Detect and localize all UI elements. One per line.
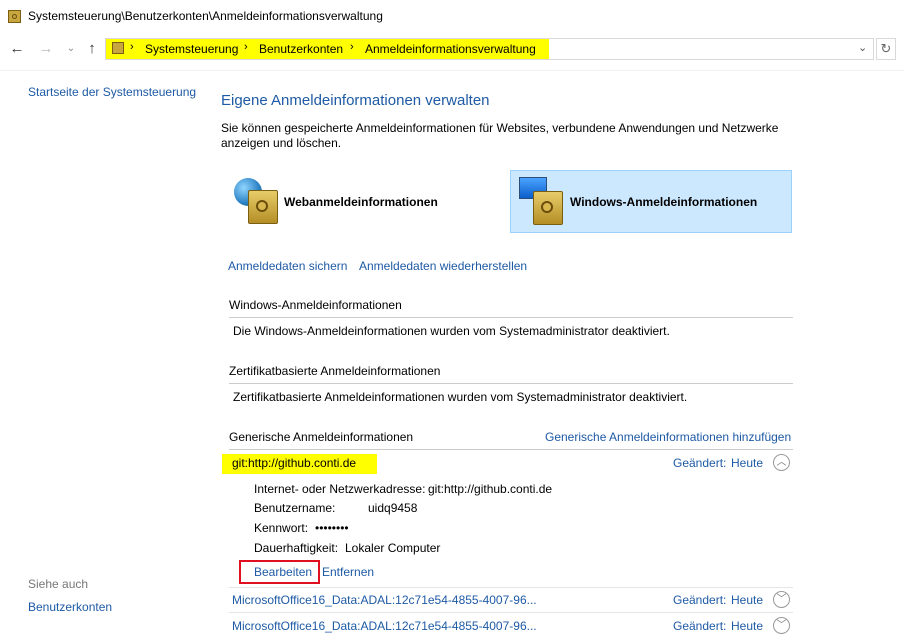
arrow-right-icon: → [38, 40, 54, 57]
breadcrumb-separator[interactable]: › [244, 41, 248, 53]
window-title: Systemsteuerung\Benutzerkonten\Anmeldein… [28, 9, 383, 23]
windows-credentials-section-title: Windows-Anmeldeinformationen [229, 298, 402, 312]
user-accounts-link[interactable]: Benutzerkonten [28, 600, 112, 614]
changed-value: Heute [731, 593, 764, 607]
divider [229, 449, 793, 450]
address-value: git:http://github.conti.de [428, 482, 553, 496]
up-button[interactable]: ↑ [83, 40, 101, 58]
divider [0, 70, 904, 71]
windows-credentials-tile[interactable]: Windows-Anmeldeinformationen [510, 170, 792, 233]
vault-icon [533, 191, 563, 225]
web-credentials-label: Webanmeldeinformationen [284, 195, 438, 209]
forward-button[interactable]: → [37, 40, 55, 58]
page-title: Eigene Anmeldeinformationen verwalten [221, 92, 490, 109]
divider [229, 317, 793, 318]
chevron-up-icon: ︿ [776, 457, 787, 468]
collapse-button[interactable]: ︿ [773, 454, 790, 471]
vault-icon [248, 190, 278, 224]
changed-label: Geändert: [673, 619, 727, 633]
credential-name-office-1[interactable]: MicrosoftOffice16_Data:ADAL:12c71e54-485… [232, 593, 537, 607]
control-panel-icon [8, 10, 21, 23]
changed-label: Geändert: [673, 456, 727, 470]
arrow-up-icon: ↑ [88, 40, 96, 57]
chevron-down-icon: ﹀ [776, 594, 787, 605]
address-label: Internet- oder Netzwerkadresse: [254, 482, 426, 496]
arrow-left-icon: ← [9, 40, 25, 57]
certificate-credentials-disabled-text: Zertifikatbasierte Anmeldeinformationen … [233, 390, 688, 404]
username-value: uidq9458 [368, 501, 418, 515]
username-label: Benutzername: [254, 501, 336, 515]
breadcrumb-benutzerkonten[interactable]: Benutzerkonten [259, 42, 343, 56]
password-label: Kennwort: [254, 521, 309, 535]
changed-value: Heute [731, 456, 764, 470]
expand-button[interactable]: ﹀ [773, 617, 790, 634]
control-panel-home-link[interactable]: Startseite der Systemsteuerung [28, 85, 196, 99]
refresh-button[interactable]: ↻ [876, 38, 896, 60]
certificate-credentials-section-title: Zertifikatbasierte Anmeldeinformationen [229, 364, 441, 378]
add-generic-credential-link[interactable]: Generische Anmeldeinformationen hinzufüg… [545, 430, 791, 444]
breadcrumb-anmeldeinformationsverwaltung[interactable]: Anmeldeinformationsverwaltung [365, 42, 536, 56]
persistence-label: Dauerhaftigkeit: [254, 541, 339, 555]
changed-label: Geändert: [673, 593, 727, 607]
chevron-down-icon: ﹀ [776, 620, 787, 631]
restore-credentials-link[interactable]: Anmeldedaten wiederherstellen [359, 259, 527, 273]
breadcrumb-separator: › [130, 41, 134, 53]
credential-name-github[interactable]: git:http://github.conti.de [232, 456, 356, 470]
divider [229, 612, 793, 613]
refresh-icon: ↻ [880, 41, 892, 56]
breadcrumb-systemsteuerung[interactable]: Systemsteuerung [145, 42, 238, 56]
chevron-down-icon: ⌄ [66, 43, 76, 54]
divider [229, 587, 793, 588]
control-panel-icon [112, 42, 124, 54]
see-also-label: Siehe auch [28, 577, 89, 591]
address-dropdown-icon[interactable]: ⌄ [858, 41, 867, 54]
windows-credentials-label: Windows-Anmeldeinformationen [570, 195, 758, 209]
generic-credentials-section-title: Generische Anmeldeinformationen [229, 430, 414, 444]
remove-credential-link[interactable]: Entfernen [322, 565, 374, 579]
recent-locations-button[interactable]: ⌄ [62, 40, 80, 58]
page-description: Sie können gespeicherte Anmeldeinformati… [221, 121, 779, 150]
persistence-value: Lokaler Computer [345, 541, 441, 555]
credential-name-office-2[interactable]: MicrosoftOffice16_Data:ADAL:12c71e54-485… [232, 619, 537, 633]
back-button[interactable]: ← [8, 40, 26, 58]
edit-credential-link[interactable]: Bearbeiten [254, 565, 312, 579]
expand-button[interactable]: ﹀ [773, 591, 790, 608]
password-value: •••••••• [315, 521, 349, 535]
breadcrumb-separator[interactable]: › [350, 41, 354, 53]
web-credentials-tile[interactable]: Webanmeldeinformationen [230, 170, 500, 233]
divider [229, 383, 793, 384]
windows-credentials-disabled-text: Die Windows-Anmeldeinformationen wurden … [233, 324, 670, 338]
backup-credentials-link[interactable]: Anmeldedaten sichern [228, 259, 347, 273]
changed-value: Heute [731, 619, 764, 633]
